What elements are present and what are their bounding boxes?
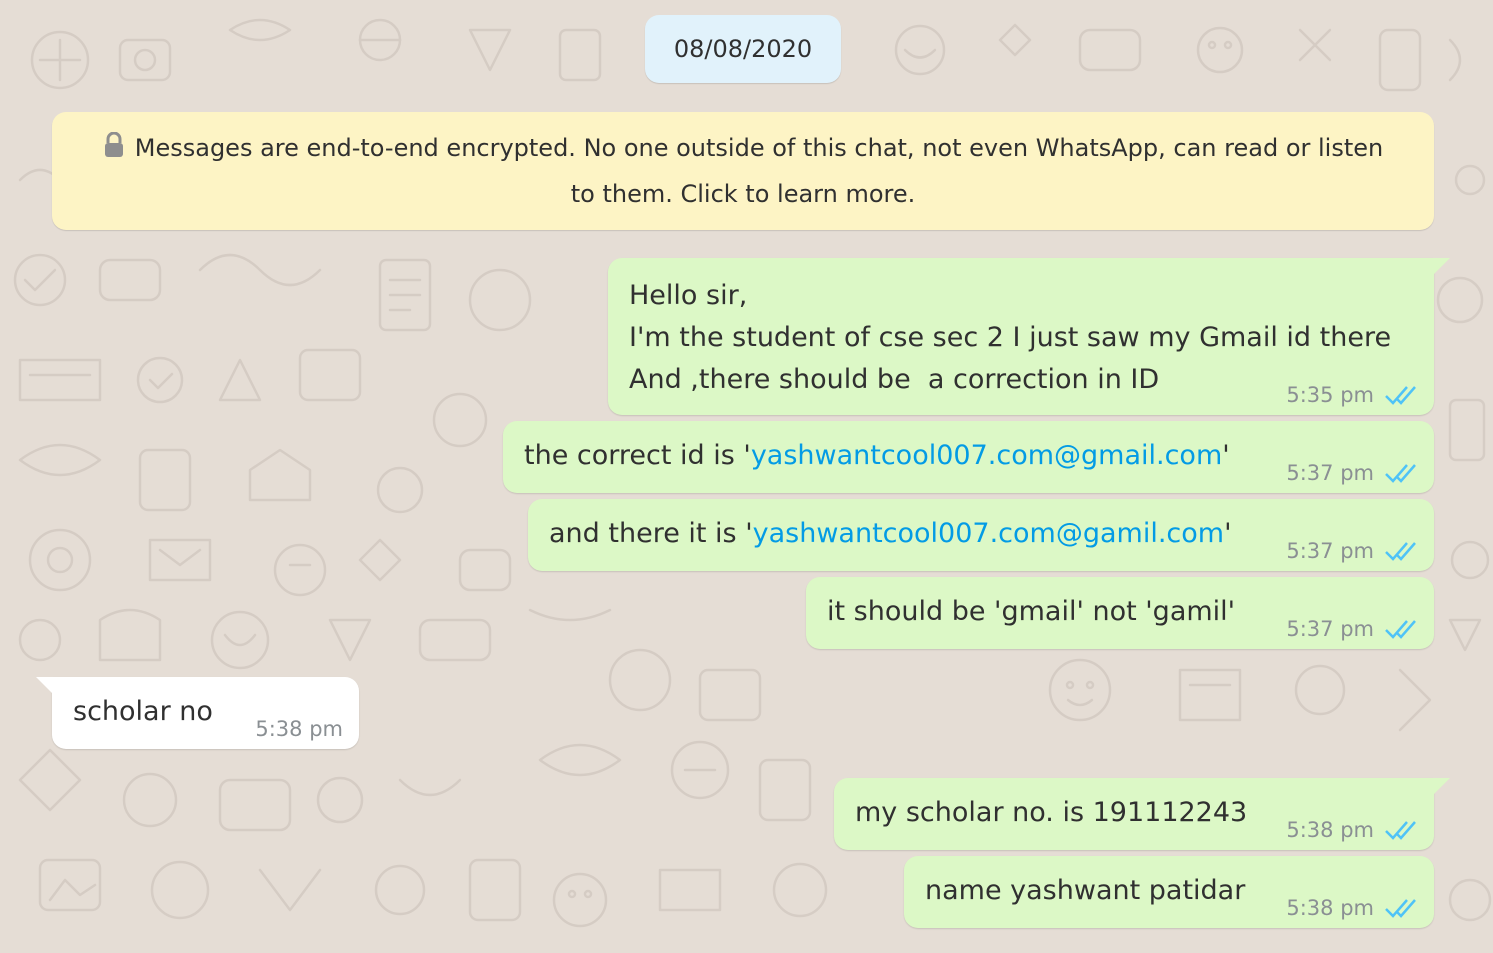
message-bubble-outgoing[interactable]: my scholar no. is 191112243 5:38 pm [834,778,1450,850]
message-meta: 5:37 pm [1286,461,1418,485]
message-text-prefix: the correct id is ' [524,440,751,471]
bubble-tail [1430,778,1450,798]
bubble-tail [1430,258,1450,278]
date-chip: 08/08/2020 [645,15,841,83]
message-bubble-incoming[interactable]: scholar no 5:38 pm [36,677,359,749]
message-time: 5:35 pm [1286,383,1374,407]
double-check-read-icon [1385,542,1416,561]
double-check-read-icon [1385,464,1416,483]
date-chip-label: 08/08/2020 [673,35,813,63]
message-bubble-outgoing[interactable]: it should be 'gmail' not 'gamil' 5:37 pm [806,577,1434,649]
message-time: 5:37 pm [1286,461,1374,485]
message-time: 5:38 pm [1286,896,1374,920]
encryption-notice[interactable]: Messages are end-to-end encrypted. No on… [52,112,1434,230]
email-link[interactable]: yashwantcool007.com@gmail.com [751,440,1222,471]
message-meta: 5:35 pm [1286,383,1418,407]
message-time: 5:37 pm [1286,539,1374,563]
double-check-read-icon [1385,620,1416,639]
message-bubble-outgoing[interactable]: name yashwant patidar 5:38 pm [904,856,1434,928]
message-text-suffix: ' [1224,518,1232,549]
message-bubble-outgoing[interactable]: and there it is 'yashwantcool007.com@gam… [528,499,1434,571]
message-time: 5:37 pm [1286,617,1374,641]
message-text: the correct id is 'yashwantcool007.com@g… [524,435,1230,477]
message-line: Hello sir, [629,280,748,311]
double-check-read-icon [1385,821,1416,840]
message-text-suffix: ' [1222,440,1230,471]
message-text: scholar no [73,696,213,727]
message-line: I'm the student of cse sec 2 I just saw … [629,322,1392,353]
message-text: and there it is 'yashwantcool007.com@gam… [549,513,1232,555]
message-time: 5:38 pm [255,717,343,741]
double-check-read-icon [1385,386,1416,405]
double-check-read-icon [1385,899,1416,918]
message-meta: 5:38 pm [1286,818,1418,842]
message-time: 5:38 pm [1286,818,1374,842]
message-meta: 5:37 pm [1286,617,1418,641]
message-text: Hello sir, I'm the student of cse sec 2 … [629,275,1391,401]
message-text: it should be 'gmail' not 'gamil' [827,596,1236,627]
message-text: my scholar no. is 191112243 [855,797,1248,828]
encryption-notice-line2: to them. Click to learn more. [570,180,916,208]
email-link[interactable]: yashwantcool007.com@gamil.com [753,518,1224,549]
message-meta: 5:37 pm [1286,539,1418,563]
message-text: name yashwant patidar [925,875,1246,906]
message-bubble-outgoing[interactable]: the correct id is 'yashwantcool007.com@g… [503,421,1434,493]
message-meta: 5:38 pm [1286,896,1418,920]
message-meta: 5:38 pm [255,717,343,741]
message-text-prefix: and there it is ' [549,518,753,549]
encryption-notice-line1: Messages are end-to-end encrypted. No on… [134,134,1384,162]
bubble-tail [36,677,56,697]
lock-icon [104,132,123,157]
message-bubble-outgoing[interactable]: Hello sir, I'm the student of cse sec 2 … [608,258,1450,415]
message-line: And ,there should be a correction in ID [629,364,1160,395]
